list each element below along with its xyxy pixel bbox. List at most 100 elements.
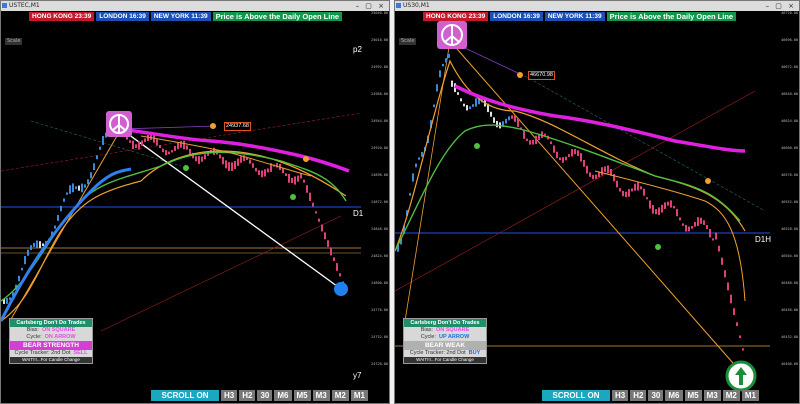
cycle-label: Cycle: xyxy=(420,334,437,340)
cycle-dot xyxy=(183,165,189,171)
candle xyxy=(237,158,239,166)
candle xyxy=(511,115,513,119)
candle xyxy=(670,200,672,208)
candle xyxy=(742,348,744,351)
candle xyxy=(327,240,329,247)
tracker-value: SELL xyxy=(73,350,88,356)
candle xyxy=(472,104,474,107)
tf-button-m3[interactable]: M3 xyxy=(703,390,721,401)
candle xyxy=(700,217,702,224)
tf-button-m5[interactable]: M5 xyxy=(293,390,311,401)
tf-button-m1[interactable]: M1 xyxy=(350,390,368,401)
candle xyxy=(565,156,567,161)
info-panel: Carlsberg Don't Do Trades Bias: ON SQUAR… xyxy=(9,318,93,364)
candle xyxy=(39,241,41,248)
cycle-dot xyxy=(303,156,309,162)
bias-value: ON SQUARE xyxy=(41,327,76,333)
candle xyxy=(628,189,630,197)
axis-tick-label: 24944.00 xyxy=(371,119,388,123)
candle xyxy=(81,183,83,193)
candle xyxy=(409,192,411,196)
price-tag: 46670.98 xyxy=(528,71,555,80)
tracker-label: Cycle Tracker: 2nd Dot xyxy=(409,350,466,356)
candle xyxy=(583,159,585,167)
axis-tick-label: 46648.00 xyxy=(781,92,798,96)
tf-button-m1[interactable]: M1 xyxy=(741,390,759,401)
candle xyxy=(649,200,651,209)
candle xyxy=(445,58,447,63)
candle xyxy=(625,191,627,198)
tf-button-m6[interactable]: M6 xyxy=(274,390,292,401)
axis-tick-label: 24752.00 xyxy=(371,335,388,339)
candle xyxy=(159,145,161,149)
cycle-row: Cycle: UP ARROW xyxy=(404,334,486,341)
candle xyxy=(309,192,311,201)
candle xyxy=(718,245,720,252)
candle xyxy=(661,204,663,213)
candle xyxy=(168,151,170,155)
candle xyxy=(258,170,260,176)
tf-button-m5[interactable]: M5 xyxy=(684,390,702,401)
candle xyxy=(228,162,230,171)
candle xyxy=(240,156,242,163)
axis-tick-label: 25040.00 xyxy=(371,11,388,15)
candle xyxy=(655,209,657,215)
cycle-value: ON ARROW xyxy=(44,334,76,340)
candle xyxy=(195,156,197,162)
candle xyxy=(691,225,693,229)
tf-button-30[interactable]: 30 xyxy=(257,390,273,401)
axis-tick-label: 46480.00 xyxy=(781,281,798,285)
price-axis[interactable]: 46720.00 46696.00 46672.00 46648.00 46624.00… xyxy=(769,11,799,389)
tf-button-h2[interactable]: H2 xyxy=(239,390,256,401)
down-arrow-circle-icon xyxy=(334,282,348,296)
candle xyxy=(330,247,332,256)
ma-green xyxy=(1,151,347,302)
tf-button-m6[interactable]: M6 xyxy=(665,390,683,401)
candle xyxy=(529,140,531,145)
candle xyxy=(312,202,314,207)
tf-button-m2[interactable]: M2 xyxy=(722,390,740,401)
candle xyxy=(592,174,594,180)
candle xyxy=(153,135,155,143)
chart-window-us30[interactable]: US30,M1 – ▢ × HONG KONG 23:39 LONDON 16:… xyxy=(394,0,800,404)
candle xyxy=(174,146,176,151)
tf-button-m3[interactable]: M3 xyxy=(312,390,330,401)
scroll-toggle-button[interactable]: SCROLL ON xyxy=(151,390,219,401)
cycle-dot xyxy=(705,178,711,184)
bias-label: Bias: xyxy=(420,327,433,333)
bias-row: Bias: ON SQUARE xyxy=(10,327,92,334)
candle xyxy=(30,245,32,251)
candle xyxy=(457,92,459,95)
axis-tick-label: 24848.00 xyxy=(371,227,388,231)
tracker-row: Cycle Tracker: 2nd Dot BUY xyxy=(404,350,486,357)
candle xyxy=(736,322,738,327)
candle xyxy=(249,159,251,164)
axis-tick-label: 25016.00 xyxy=(371,38,388,42)
axis-tick-label: 24896.00 xyxy=(371,173,388,177)
candle xyxy=(571,149,573,157)
axis-tick-label: 46552.00 xyxy=(781,200,798,204)
candle xyxy=(60,205,62,212)
scroll-toggle-button[interactable]: SCROLL ON xyxy=(542,390,610,401)
candle xyxy=(54,225,56,229)
candle xyxy=(141,140,143,146)
info-panel: Carlsberg Don't Do Trades Bias: ON SQUAR… xyxy=(403,318,487,364)
info-panel-title: Carlsberg Don't Do Trades xyxy=(10,319,92,327)
tf-button-30[interactable]: 30 xyxy=(648,390,664,401)
candle xyxy=(637,181,639,191)
bias-label: Bias: xyxy=(26,327,39,333)
candle xyxy=(96,155,98,160)
candle xyxy=(646,197,648,200)
candle xyxy=(36,240,38,248)
price-axis[interactable]: 25040.00 25016.00 24992.00 24968.00 24944.00… xyxy=(359,11,389,389)
candle xyxy=(514,115,516,122)
tf-button-h3[interactable]: H3 xyxy=(612,390,629,401)
chart-window-ustec[interactable]: USTEC,M1 – ▢ × HONG KONG 23:39 LONDON 16… xyxy=(0,0,390,404)
candle xyxy=(99,146,101,150)
tf-button-m2[interactable]: M2 xyxy=(331,390,349,401)
tf-button-h2[interactable]: H2 xyxy=(630,390,647,401)
candle xyxy=(727,282,729,291)
candle xyxy=(508,116,510,121)
candle xyxy=(156,139,158,146)
tf-button-h3[interactable]: H3 xyxy=(221,390,238,401)
